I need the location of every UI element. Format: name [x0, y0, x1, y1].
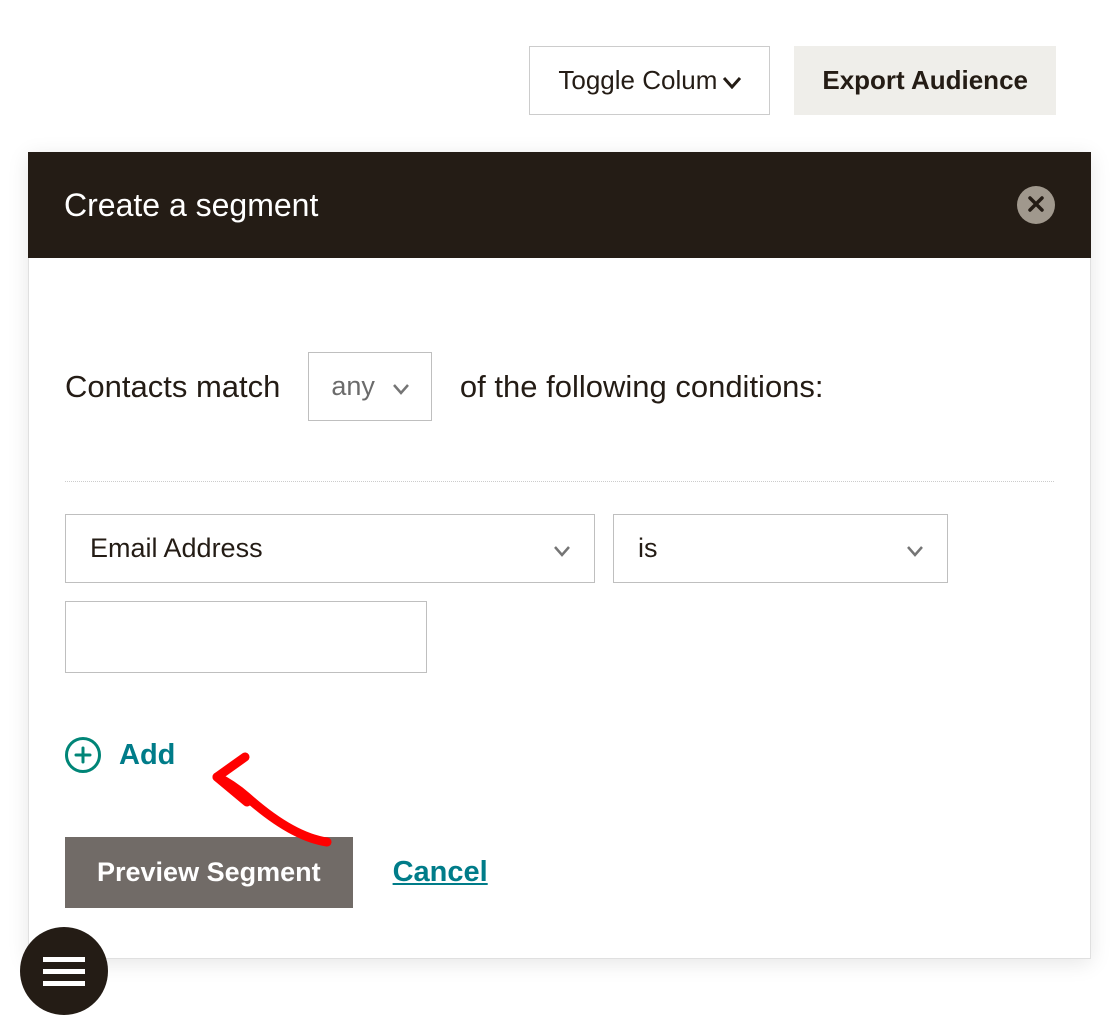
modal-title: Create a segment — [64, 187, 318, 224]
add-label: Add — [119, 739, 175, 772]
condition-value-input[interactable] — [65, 601, 427, 673]
close-button[interactable] — [1017, 186, 1055, 224]
condition-field-select[interactable]: Email Address — [65, 514, 595, 583]
toggle-columns-label: Toggle Colum — [558, 65, 717, 96]
create-segment-modal: Create a segment Contacts match any of t… — [28, 152, 1091, 959]
hamburger-icon — [43, 957, 85, 986]
close-icon — [1028, 192, 1044, 218]
condition-field-value: Email Address — [90, 533, 263, 564]
cancel-link[interactable]: Cancel — [393, 856, 488, 889]
condition-operator-select[interactable]: is — [613, 514, 948, 583]
divider — [65, 481, 1054, 482]
match-row: Contacts match any of the following cond… — [65, 352, 1054, 421]
match-prefix-text: Contacts match — [65, 369, 280, 405]
match-suffix-text: of the following conditions: — [460, 369, 824, 405]
match-type-value: any — [331, 371, 375, 402]
toggle-columns-button[interactable]: Toggle Colum — [529, 46, 770, 115]
modal-body: Contacts match any of the following cond… — [28, 258, 1091, 959]
preview-segment-button[interactable]: Preview Segment — [65, 837, 353, 908]
export-audience-button[interactable]: Export Audience — [794, 46, 1056, 115]
add-condition-button[interactable]: Add — [65, 737, 1054, 773]
condition-row: Email Address is — [65, 514, 1054, 583]
action-row: Preview Segment Cancel — [65, 837, 1054, 908]
plus-circle-icon — [65, 737, 101, 773]
chevron-down-icon — [723, 65, 741, 96]
chevron-down-icon — [907, 533, 923, 564]
condition-operator-value: is — [638, 533, 658, 564]
chevron-down-icon — [554, 533, 570, 564]
menu-fab[interactable] — [20, 927, 108, 1015]
match-type-select[interactable]: any — [308, 352, 432, 421]
modal-header: Create a segment — [28, 152, 1091, 258]
chevron-down-icon — [393, 371, 409, 402]
toolbar: Toggle Colum Export Audience — [529, 46, 1056, 115]
